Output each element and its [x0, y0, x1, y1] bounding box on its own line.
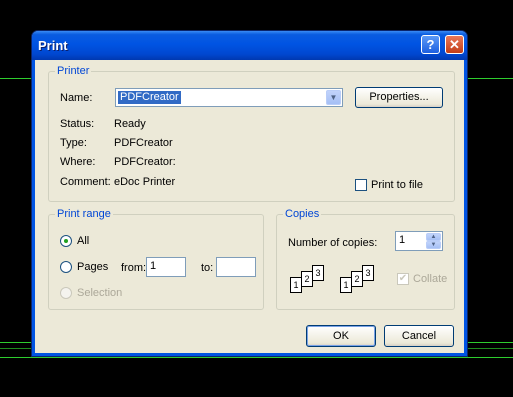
- background-line: [0, 78, 31, 79]
- spin-up-icon[interactable]: ▲: [426, 233, 441, 241]
- copies-input[interactable]: 1 ▲ ▼: [395, 231, 443, 251]
- page-icon: 2: [351, 271, 363, 287]
- page-icon: 1: [340, 277, 352, 293]
- status-value: Ready: [114, 118, 146, 130]
- selection-radio[interactable]: [60, 287, 72, 299]
- background-line: [0, 342, 31, 343]
- close-icon: ✕: [449, 37, 460, 52]
- collate-illustration: 3 2 1: [340, 265, 388, 297]
- page-icon: 2: [301, 271, 313, 287]
- ok-button-label: OK: [333, 330, 349, 342]
- background-line: [0, 357, 513, 358]
- printer-group: Printer Name: PDFCreator ▼ Properties...…: [48, 65, 455, 202]
- type-value: PDFCreator: [114, 137, 173, 149]
- printer-name-value: PDFCreator: [118, 91, 181, 104]
- cancel-button[interactable]: Cancel: [384, 325, 454, 347]
- where-label: Where:: [60, 156, 96, 168]
- background-line: [468, 342, 513, 343]
- pages-label[interactable]: Pages: [77, 261, 108, 273]
- spin-down-icon[interactable]: ▼: [426, 241, 441, 249]
- print-dialog: Print ? ✕ Printer Name: PDFCreator ▼ Pro…: [31, 30, 468, 357]
- status-label: Status:: [60, 118, 95, 130]
- print-range-group: Print range All Pages from: 1 to: Select…: [48, 208, 264, 310]
- comment-value: eDoc Printer: [114, 176, 176, 188]
- print-range-legend: Print range: [55, 208, 113, 220]
- printer-legend: Printer: [55, 65, 92, 77]
- page-icon: 1: [290, 277, 302, 293]
- selection-label[interactable]: Selection: [77, 287, 122, 299]
- printer-name-select[interactable]: PDFCreator ▼: [115, 88, 343, 107]
- ok-button[interactable]: OK: [306, 325, 376, 347]
- properties-button-label: Properties...: [369, 91, 429, 103]
- from-label: from:: [121, 262, 147, 274]
- help-icon: ?: [426, 37, 435, 52]
- type-label: Type:: [60, 137, 87, 149]
- pages-radio[interactable]: [60, 261, 72, 273]
- page-icon: 3: [312, 265, 324, 281]
- copies-spinner[interactable]: ▲ ▼: [426, 233, 441, 250]
- copies-group: Copies Number of copies: 1 ▲ ▼ 3 2 1 3 2…: [276, 208, 455, 310]
- all-label[interactable]: All: [77, 235, 89, 247]
- copies-legend: Copies: [283, 208, 322, 220]
- background-line: [468, 348, 513, 349]
- copies-value: 1: [399, 234, 406, 246]
- to-label: to:: [201, 262, 214, 274]
- title-bar[interactable]: Print ? ✕: [32, 31, 467, 60]
- where-value: PDFCreator:: [114, 156, 176, 168]
- chevron-down-icon[interactable]: ▼: [326, 90, 341, 105]
- cancel-button-label: Cancel: [401, 330, 437, 342]
- help-button[interactable]: ?: [421, 35, 440, 54]
- properties-button[interactable]: Properties...: [355, 87, 443, 108]
- print-to-file-label[interactable]: Print to file: [371, 179, 423, 191]
- from-input[interactable]: 1: [146, 257, 186, 277]
- comment-label: Comment:: [60, 176, 111, 188]
- close-button[interactable]: ✕: [445, 35, 464, 54]
- collate-illustration: 3 2 1: [290, 265, 338, 297]
- window-title: Print: [38, 38, 68, 53]
- page-icon: 3: [362, 265, 374, 281]
- collate-label[interactable]: Collate: [413, 273, 447, 285]
- collate-checkbox[interactable]: ✔: [397, 273, 409, 285]
- print-to-file-checkbox[interactable]: [355, 179, 367, 191]
- background-line: [0, 348, 31, 349]
- to-input[interactable]: [216, 257, 256, 277]
- all-radio[interactable]: [60, 235, 72, 247]
- background-line: [468, 78, 513, 79]
- name-label: Name:: [60, 92, 93, 104]
- number-of-copies-label: Number of copies:: [288, 237, 378, 249]
